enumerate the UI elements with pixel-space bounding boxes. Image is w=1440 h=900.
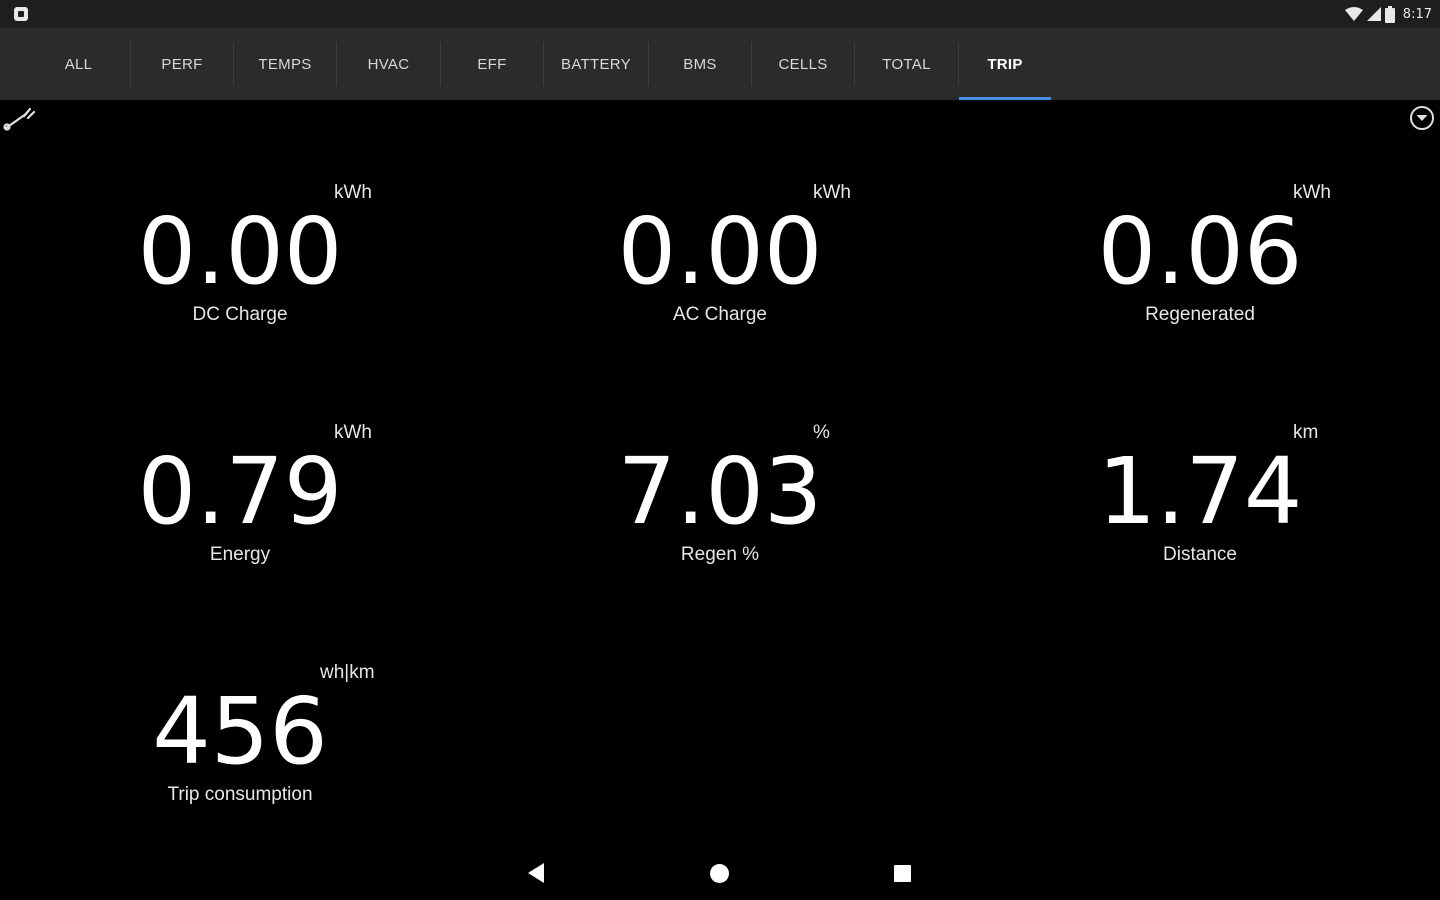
wifi-icon xyxy=(1344,7,1363,21)
tab-battery[interactable]: BATTERY xyxy=(544,28,648,100)
gauge-label: Trip consumption xyxy=(167,784,313,805)
tab-hvac[interactable]: HVAC xyxy=(337,28,440,100)
tab-eff[interactable]: EFF xyxy=(441,28,543,100)
tab-temps[interactable]: TEMPS xyxy=(234,28,336,100)
gauge-regenerated: kWh 0.06 Regenerated xyxy=(960,182,1440,382)
tab-all[interactable]: ALL xyxy=(27,28,130,100)
signal-icon xyxy=(1366,7,1381,21)
gauge-dc-charge: kWh 0.00 DC Charge xyxy=(0,182,480,382)
notification-icon xyxy=(14,7,28,21)
status-bar: 8:17 xyxy=(0,0,1440,28)
gauge-value: 0.79 xyxy=(137,438,343,545)
back-icon[interactable] xyxy=(528,863,544,883)
tab-bms[interactable]: BMS xyxy=(649,28,751,100)
gauge-label: AC Charge xyxy=(673,304,767,325)
battery-icon xyxy=(1384,5,1395,23)
tab-perf[interactable]: PERF xyxy=(131,28,233,100)
gauge-regen-percent: % 7.03 Regen % xyxy=(480,422,960,622)
gauge-label: DC Charge xyxy=(192,304,288,325)
chevron-down-circle-icon[interactable] xyxy=(1408,104,1436,132)
gauge-value: 7.03 xyxy=(617,438,823,545)
gauge-label: Regenerated xyxy=(1145,304,1255,325)
gauge-label: Regen % xyxy=(680,544,760,565)
gauge-energy: kWh 0.79 Energy xyxy=(0,422,480,622)
tab-cells[interactable]: CELLS xyxy=(752,28,854,100)
gauge-label: Energy xyxy=(209,544,271,565)
recents-icon[interactable] xyxy=(894,865,911,882)
gauge-value: 0.00 xyxy=(137,198,343,305)
nav-bar xyxy=(0,846,1440,900)
tab-bar: ALL PERF TEMPS HVAC EFF BATTERY BMS CELL… xyxy=(0,28,1440,100)
gauge-label: Distance xyxy=(1163,544,1237,565)
gauge-trip-consumption: wh|km 456 Trip consumption xyxy=(0,662,480,862)
gauge-ac-charge: kWh 0.00 AC Charge xyxy=(480,182,960,382)
tab-trip[interactable]: TRIP xyxy=(959,28,1051,100)
home-icon[interactable] xyxy=(710,864,729,883)
gauge-distance: km 1.74 Distance xyxy=(960,422,1440,622)
gauge-value: 0.00 xyxy=(617,198,823,305)
gauge-value: 1.74 xyxy=(1097,438,1303,545)
tab-total[interactable]: TOTAL xyxy=(855,28,958,100)
gauge-unit: wh|km xyxy=(320,662,375,683)
status-icons: 8:17 xyxy=(1344,5,1432,23)
wrench-icon[interactable] xyxy=(2,104,36,134)
gauge-value: 456 xyxy=(152,678,328,785)
gauge-value: 0.06 xyxy=(1097,198,1303,305)
status-time: 8:17 xyxy=(1402,6,1432,22)
